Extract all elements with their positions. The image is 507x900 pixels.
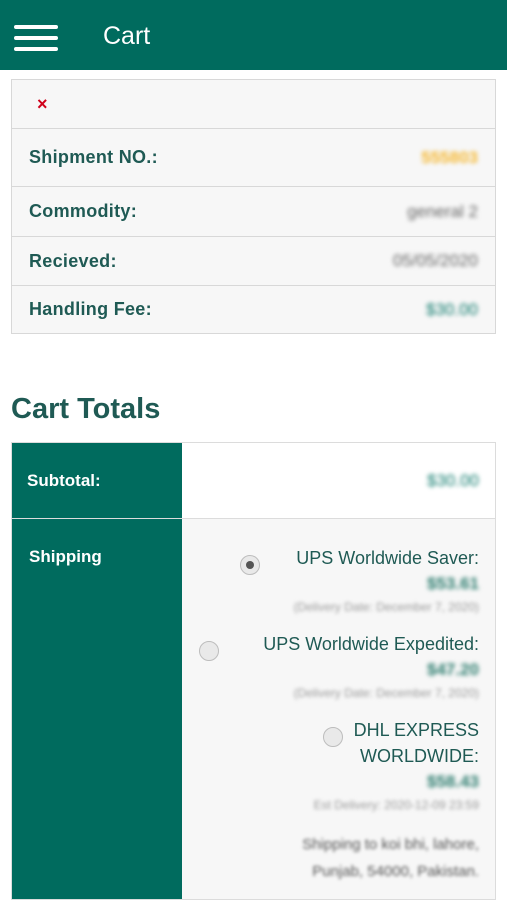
ups-saver-radio[interactable]: [240, 555, 260, 575]
menu-line: [14, 47, 58, 51]
cart-item-table: × Shipment NO.: 555803 Commodity: genera…: [11, 79, 496, 334]
dhl-express-date: Est Delivery: 2020-12-09 23:59: [313, 798, 479, 812]
menu-line: [14, 25, 58, 29]
page-title: Cart: [103, 22, 151, 50]
dhl-express-name-line2: WORLDWIDE:: [360, 746, 479, 766]
shipping-address-line1: Shipping to koi bhi, lahore,: [302, 836, 479, 853]
ups-expedited-price: $47.20: [427, 660, 479, 679]
subtotal-row: Subtotal: $30.00: [12, 443, 495, 519]
ups-saver-name: UPS Worldwide Saver:: [296, 548, 479, 568]
dhl-express-price: $58.43: [427, 772, 479, 791]
ups-expedited-name: UPS Worldwide Expedited:: [263, 634, 479, 654]
ups-expedited-option[interactable]: UPS Worldwide Expedited: $47.20 (Deliver…: [263, 631, 479, 703]
shipment-number-row: Shipment NO.: 555803: [12, 129, 495, 187]
remove-row: ×: [12, 80, 495, 129]
dhl-express-name-line1: DHL EXPRESS: [353, 720, 479, 740]
subtotal-label: Subtotal:: [12, 443, 182, 518]
app-bar: Cart: [0, 0, 507, 70]
ups-saver-option[interactable]: UPS Worldwide Saver: $53.61 (Delivery Da…: [294, 545, 479, 617]
shipping-address-line2: Punjab, 54000, Pakistan.: [312, 863, 479, 880]
shipping-row: Shipping UPS Worldwide Saver: $53.61 (De…: [12, 519, 495, 899]
ups-expedited-radio[interactable]: [199, 641, 219, 661]
handling-fee-label: Handling Fee:: [29, 299, 152, 319]
subtotal-value: $30.00: [427, 470, 479, 490]
hamburger-menu-icon[interactable]: [14, 25, 58, 51]
handling-fee-row: Handling Fee: $30.00: [12, 286, 495, 333]
dhl-express-option[interactable]: DHL EXPRESS WORLDWIDE: $58.43 Est Delive…: [314, 717, 479, 815]
cart-totals-heading: Cart Totals: [11, 393, 161, 425]
subtotal-cell: $30.00: [182, 443, 495, 518]
shipping-options: UPS Worldwide Saver: $53.61 (Delivery Da…: [182, 519, 495, 899]
commodity-value: general 2: [407, 201, 478, 221]
handling-fee-value: $30.00: [426, 299, 478, 319]
commodity-row: Commodity: general 2: [12, 187, 495, 237]
shipment-number-value: 555803: [421, 147, 478, 167]
commodity-label: Commodity:: [29, 201, 137, 221]
menu-line: [14, 36, 58, 40]
cart-totals-table: Subtotal: $30.00 Shipping UPS Worldwide …: [11, 442, 496, 900]
shipping-address: Shipping to koi bhi, lahore, Punjab, 540…: [239, 831, 479, 885]
received-value: 05/05/2020: [392, 251, 478, 270]
received-label: Recieved:: [29, 250, 117, 271]
close-icon[interactable]: ×: [29, 94, 48, 115]
shipping-label: Shipping: [12, 519, 182, 899]
shipment-number-label: Shipment NO.:: [29, 147, 158, 167]
ups-saver-date: (Delivery Date: December 7, 2020): [293, 600, 479, 614]
ups-saver-price: $53.61: [427, 574, 479, 593]
received-row: Recieved: 05/05/2020: [12, 237, 495, 286]
ups-expedited-date: (Delivery Date: December 7, 2020): [293, 686, 479, 700]
